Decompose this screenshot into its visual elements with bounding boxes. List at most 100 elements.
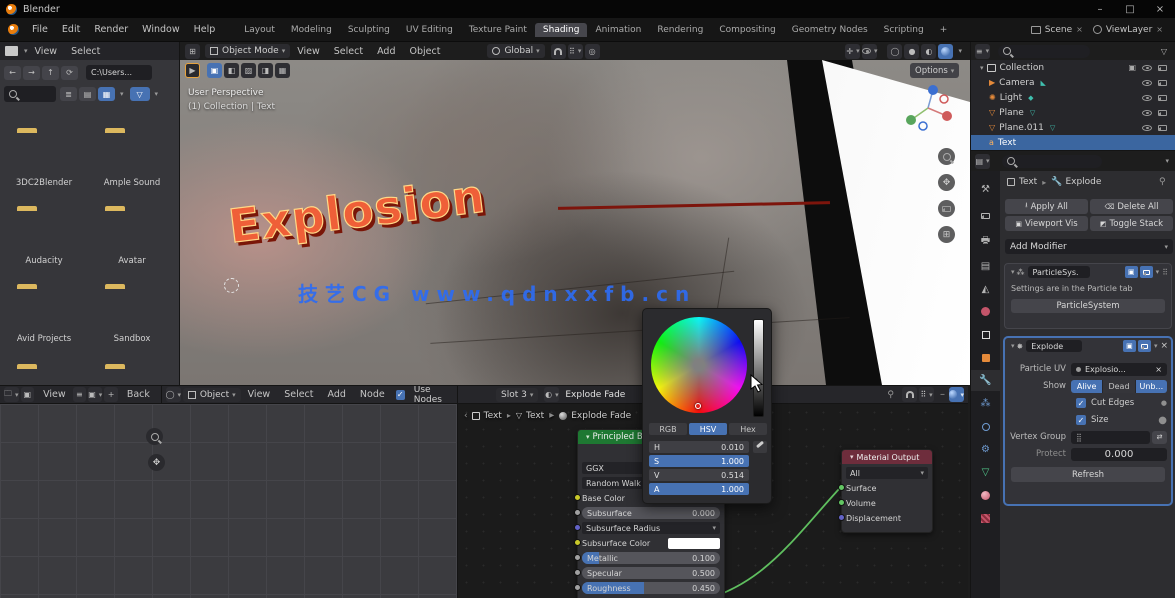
render-visibility-icon[interactable]: [1158, 95, 1167, 101]
outliner-filter-icon[interactable]: ▽: [1161, 47, 1167, 56]
node-grid-background[interactable]: [0, 404, 457, 598]
outliner-search-input[interactable]: [998, 45, 1090, 58]
menu-render[interactable]: Render: [87, 22, 135, 37]
shader-menu-select[interactable]: Select: [277, 387, 320, 402]
mode-toggle-icon[interactable]: ▣: [207, 63, 222, 78]
shader-editor-icon[interactable]: ◯▾: [166, 387, 181, 402]
folder-label[interactable]: Ample Sound: [88, 178, 176, 188]
outliner-editor-icon[interactable]: ≡▾: [975, 44, 990, 59]
blender-menu-icon[interactable]: [8, 24, 19, 35]
tab-texture-paint[interactable]: Texture Paint: [461, 23, 535, 37]
value-slider[interactable]: [753, 319, 764, 417]
node-material-output[interactable]: ▾ Material Output All▾ Surface Volume Di…: [841, 449, 933, 533]
slot-dropdown[interactable]: Slot 3▾: [496, 388, 538, 402]
outliner-row-plane-011[interactable]: ▽ Plane.011 ▽: [971, 120, 1175, 135]
transform-orientation-dropdown[interactable]: Global ▾: [487, 44, 544, 58]
exclude-checkbox-icon[interactable]: ▣: [1128, 63, 1136, 72]
surface-socket[interactable]: [838, 484, 845, 491]
toggle-stack-button[interactable]: ◩Toggle Stack: [1090, 216, 1173, 231]
volume-socket[interactable]: [838, 499, 845, 506]
tab-constraints[interactable]: ⚙: [971, 439, 1000, 460]
shading-material-icon[interactable]: ◐: [921, 44, 936, 59]
eyedropper-icon[interactable]: [753, 441, 767, 453]
tab-modeling[interactable]: Modeling: [283, 23, 340, 37]
hide-eye-icon[interactable]: [1142, 80, 1152, 86]
outliner-row-camera[interactable]: ▶ Camera ◣: [971, 75, 1175, 90]
tab-compositing[interactable]: Compositing: [711, 23, 783, 37]
snap-target-icon[interactable]: ⠿▾: [568, 44, 583, 59]
mode-dropdown[interactable]: Object Mode ▾: [205, 44, 290, 58]
explode-modifier-header[interactable]: ▾ ✸ Explode ▣ ▾ ×: [1005, 338, 1171, 354]
editor-type-icon[interactable]: 🗀▾: [4, 387, 19, 402]
show-render-toggle[interactable]: [1138, 340, 1151, 352]
mode-toggle-icon[interactable]: ▦: [275, 63, 290, 78]
node-header[interactable]: ▾ Material Output: [842, 450, 932, 464]
clear-icon[interactable]: ×: [1155, 365, 1162, 374]
tab-uv-editing[interactable]: UV Editing: [398, 23, 461, 37]
ortho-toggle-icon[interactable]: ⊞: [938, 226, 955, 243]
shading-solid-icon[interactable]: ●: [904, 44, 919, 59]
outliner-row-plane[interactable]: ▽ Plane ▽: [971, 105, 1175, 120]
show-unborn-toggle[interactable]: Unb...: [1136, 380, 1167, 393]
file-browser-menu-select[interactable]: Select: [64, 44, 107, 59]
menu-help[interactable]: Help: [187, 22, 223, 37]
render-visibility-icon[interactable]: [1158, 80, 1167, 86]
file-browser-menu-view[interactable]: View: [28, 44, 65, 59]
add-modifier-dropdown[interactable]: Add Modifier▾: [1005, 239, 1173, 254]
scene-selector[interactable]: Scene ×: [1031, 25, 1083, 35]
viewport-menu-object[interactable]: Object: [402, 44, 447, 59]
vertex-group-field[interactable]: ⣿: [1071, 431, 1150, 444]
camera-view-icon[interactable]: [938, 200, 955, 217]
path-dropdown[interactable]: C:\Users...: [86, 65, 152, 80]
filter-funnel-icon[interactable]: ▽: [130, 87, 150, 101]
snap-mode-icon[interactable]: ⠿▾: [919, 387, 934, 402]
subsurface-color-socket[interactable]: [574, 539, 581, 546]
tab-object[interactable]: [971, 347, 1000, 368]
drag-handle-icon[interactable]: ⠿: [1162, 268, 1168, 277]
modifier-name-field[interactable]: ParticleSys.: [1028, 266, 1090, 278]
metallic-slider[interactable]: Metallic0.100: [582, 552, 720, 564]
color-wheel[interactable]: [651, 317, 747, 413]
render-visibility-icon[interactable]: [1158, 65, 1167, 71]
tab-output[interactable]: 🖶: [971, 231, 1000, 252]
breadcrumb-object[interactable]: Text: [1019, 177, 1037, 187]
show-render-toggle[interactable]: [1140, 266, 1153, 278]
tab-hsv[interactable]: HSV: [689, 423, 727, 435]
particle-uv-field[interactable]: Explosio... ×: [1071, 363, 1167, 376]
up-icon[interactable]: ↑: [42, 66, 59, 80]
show-dead-toggle[interactable]: Dead: [1103, 380, 1135, 393]
delete-all-button[interactable]: ⌫Delete All: [1090, 199, 1173, 214]
file-browser-editor-icon[interactable]: [5, 46, 18, 56]
viewport-menu-view[interactable]: View: [290, 44, 327, 59]
hamburger-icon[interactable]: ≡: [73, 387, 87, 402]
base-color-socket[interactable]: [574, 494, 581, 501]
shader-menu-node[interactable]: Node: [353, 387, 392, 402]
color-wheel-cursor[interactable]: [695, 403, 701, 409]
folder-label[interactable]: Sandbox: [88, 334, 176, 344]
mode-toggle-icon[interactable]: ◧: [224, 63, 239, 78]
outliner-row-collection[interactable]: ▾ Collection ▣: [971, 60, 1175, 75]
mode-toggle-icon[interactable]: ▨: [241, 63, 256, 78]
modifier-name-field[interactable]: Explode: [1026, 340, 1082, 352]
subsurface-radius-dropdown[interactable]: Subsurface Radius▾: [582, 522, 720, 534]
shader-menu-view[interactable]: View: [241, 387, 278, 402]
tab-material[interactable]: [971, 485, 1000, 506]
specular-socket[interactable]: [574, 569, 581, 576]
plus-icon[interactable]: +: [104, 387, 118, 402]
subsurface-slider[interactable]: Subsurface0.000: [582, 507, 720, 519]
back-icon[interactable]: ←: [4, 66, 21, 80]
particle-modifier-header[interactable]: ▾ ⁂ ParticleSys. ▣ ▾ ⠿: [1005, 264, 1171, 280]
size-checkbox[interactable]: ✓: [1076, 415, 1086, 425]
bottom-left-menu-view[interactable]: View: [36, 387, 73, 402]
list-view-icon[interactable]: ≣: [60, 87, 77, 101]
specular-slider[interactable]: Specular0.500: [582, 567, 720, 579]
browse-material-icon[interactable]: ◐▾: [544, 387, 559, 402]
saturation-slider[interactable]: S1.000: [649, 455, 749, 467]
view-layer-selector[interactable]: ViewLayer ×: [1093, 25, 1163, 35]
search-input[interactable]: [4, 86, 56, 102]
render-visibility-icon[interactable]: [1158, 110, 1167, 116]
refresh-button[interactable]: Refresh: [1011, 467, 1165, 482]
folder-label[interactable]: Audacity: [0, 256, 88, 266]
shading-rendered-icon[interactable]: [938, 44, 953, 59]
tab-shading[interactable]: Shading: [535, 23, 588, 37]
